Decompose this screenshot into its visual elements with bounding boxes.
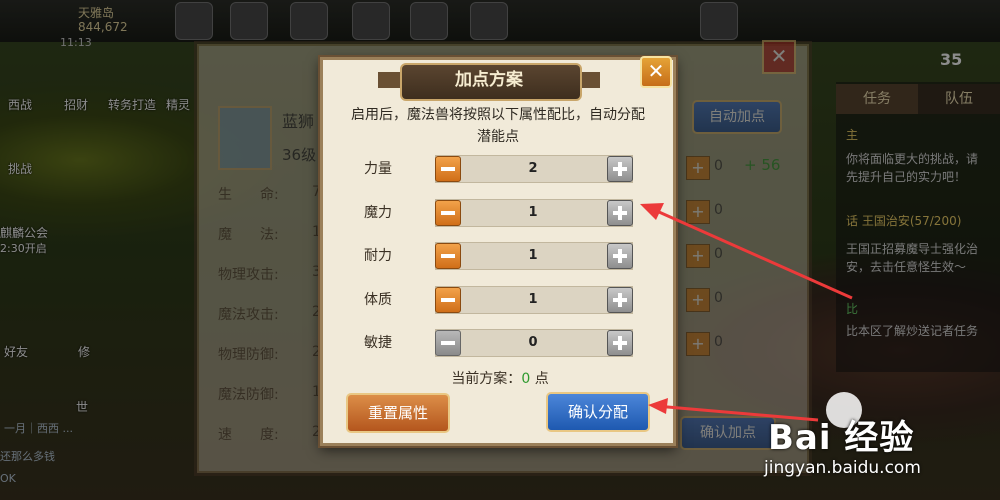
arrow-to-plus-magic (649, 206, 853, 300)
watermark-url: jingyan.baidu.com (764, 458, 921, 478)
arrowhead (648, 398, 668, 414)
watermark-logo: Bai 经验 (768, 418, 915, 458)
